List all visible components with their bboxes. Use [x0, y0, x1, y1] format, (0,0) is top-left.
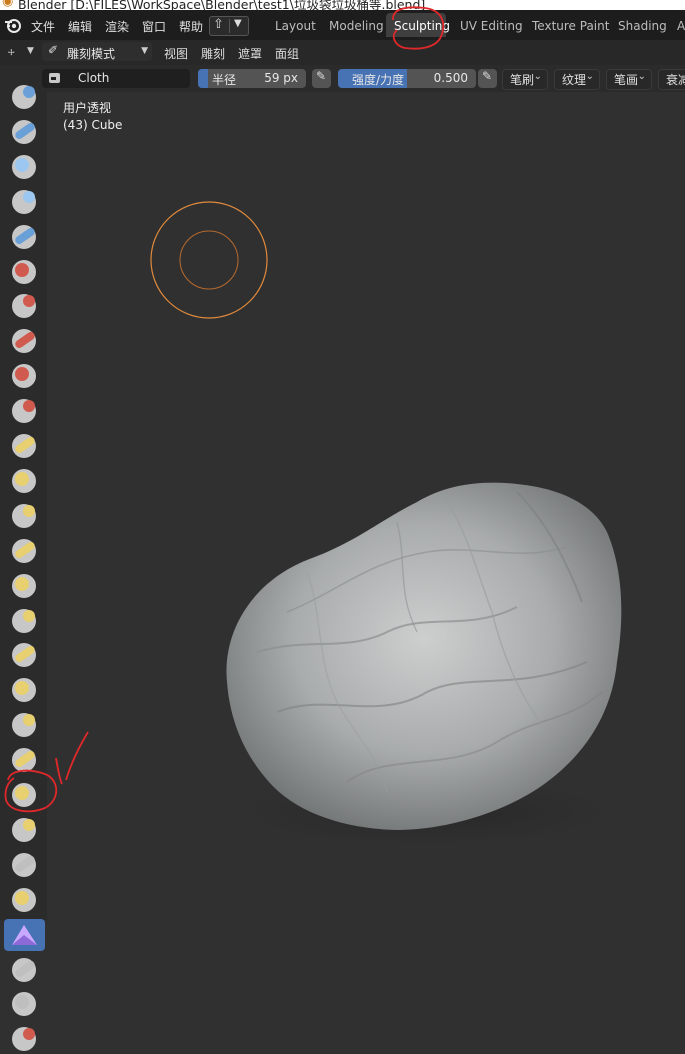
workspace-switcher[interactable]: ⇧ ▼ — [209, 16, 249, 36]
strength-value: 0.500 — [433, 71, 468, 85]
flatten-tool-icon[interactable] — [9, 431, 39, 461]
draw-sharp-tool-icon[interactable] — [9, 117, 39, 147]
nudge-tool-icon[interactable] — [9, 780, 39, 810]
top-menu-bar: 文件 编辑 渲染 窗口 帮助 ⇧ ▼ Layout Modeling Sculp… — [0, 10, 685, 40]
snake-hook-tool-icon[interactable] — [9, 675, 39, 705]
menu-view[interactable]: 视图 — [164, 45, 188, 62]
pinch-tool-icon[interactable] — [9, 571, 39, 601]
menu-mask[interactable]: 遮罩 — [238, 45, 262, 62]
radius-label: 半径 — [212, 73, 237, 87]
blender-app-icon: ◉ — [2, 0, 14, 9]
elastic-deform-tool-icon[interactable] — [9, 640, 39, 670]
window-title-bar: ◉ Blender [D:\FILES\WorkSpace\Blender\te… — [0, 0, 685, 10]
strength-pressure-icon[interactable] — [478, 69, 497, 88]
chevron-down-icon: ▼ — [27, 46, 34, 56]
texture-dropdown[interactable]: 纹理 ⌄ — [554, 69, 600, 90]
viewport-canvas — [150, 201, 657, 852]
mode-selector[interactable]: ✐ 雕刻模式 ▼ — [42, 42, 152, 61]
tab-shading[interactable]: Shading — [618, 19, 667, 33]
tab-sculpting[interactable]: Sculpting — [394, 19, 450, 33]
blender-logo-icon[interactable] — [4, 16, 22, 34]
menu-face-sets[interactable]: 面组 — [275, 45, 299, 62]
clay-strips-tool-icon[interactable] — [9, 187, 39, 217]
fill-tool-icon[interactable] — [9, 466, 39, 496]
thumb-tool-icon[interactable] — [9, 710, 39, 740]
transform-orientation-icon[interactable]: ⧾ — [8, 44, 15, 59]
tab-uv-editing[interactable]: UV Editing — [460, 19, 523, 33]
tab-layout[interactable]: Layout — [275, 19, 316, 33]
slide-relax-tool-icon[interactable] — [9, 850, 39, 880]
tab-more[interactable]: A — [677, 19, 685, 33]
draw-face-sets-tool-icon[interactable] — [9, 1024, 39, 1054]
layer-tool-icon[interactable] — [9, 257, 39, 287]
multiplane-scrape-tool-icon[interactable] — [9, 536, 39, 566]
boundary-tool-icon[interactable] — [9, 885, 39, 915]
menu-window[interactable]: 窗口 — [142, 18, 166, 35]
scrape-tool-icon[interactable] — [9, 501, 39, 531]
view-name: 用户透视 — [63, 101, 112, 115]
chevron-down-icon: ▼ — [141, 46, 148, 56]
editor-header: ⧾ ▼ ✐ 雕刻模式 ▼ 视图 雕刻 遮罩 面组 — [0, 40, 685, 65]
sculpt-toolbar — [0, 85, 47, 1052]
brush-selector[interactable]: Cloth — [42, 69, 190, 88]
menu-file[interactable]: 文件 — [31, 18, 55, 35]
brush-name: Cloth — [78, 71, 110, 85]
inflate-tool-icon[interactable] — [9, 291, 39, 321]
menu-help[interactable]: 帮助 — [179, 18, 203, 35]
brush-cursor — [150, 201, 268, 319]
brush-icon — [49, 73, 60, 83]
strength-label: 强度/力度 — [352, 73, 405, 87]
mode-label: 雕刻模式 — [67, 47, 116, 61]
clay-thumb-tool-icon[interactable] — [9, 222, 39, 252]
crease-tool-icon[interactable] — [9, 361, 39, 391]
radius-value: 59 px — [264, 71, 298, 85]
tab-modeling[interactable]: Modeling — [329, 19, 384, 33]
chevron-down-icon: ⌄ — [533, 71, 542, 82]
rotate-tool-icon[interactable] — [9, 815, 39, 845]
stroke-dropdown[interactable]: 笔画 ⌄ — [606, 69, 652, 90]
3d-viewport[interactable]: 用户透视 (43) Cube — [47, 92, 685, 920]
cloth-tool-icon[interactable] — [4, 918, 45, 951]
object-info: (43) Cube — [63, 118, 123, 132]
falloff-dropdown[interactable]: 衰减 — [658, 69, 685, 90]
blob-tool-icon[interactable] — [9, 326, 39, 356]
cloth-mesh-object[interactable] — [226, 482, 622, 830]
upload-icon: ⇧ — [213, 17, 224, 32]
strength-slider[interactable]: 强度/力度 0.500 — [338, 69, 476, 88]
menu-sculpt[interactable]: 雕刻 — [201, 45, 225, 62]
grab-tool-icon[interactable] — [9, 606, 39, 636]
chevron-down-icon: ⌄ — [585, 71, 594, 82]
chevron-down-icon: ⌄ — [637, 71, 646, 82]
brush-mode-icon: ✐ — [48, 43, 59, 57]
mask-tool-icon[interactable] — [9, 989, 39, 1019]
radius-slider[interactable]: 半径 59 px — [198, 69, 306, 88]
window-title: Blender [D:\FILES\WorkSpace\Blender\test… — [18, 0, 426, 10]
chevron-down-icon: ▼ — [234, 18, 242, 29]
clay-tool-icon[interactable] — [9, 152, 39, 182]
menu-render[interactable]: 渲染 — [105, 18, 129, 35]
tool-settings-bar: Cloth 半径 59 px 强度/力度 0.500 笔刷⌄ 纹理⌄ 笔画⌄ 衰… — [0, 65, 685, 92]
smooth-tool-icon[interactable] — [9, 396, 39, 426]
radius-pressure-icon[interactable] — [312, 69, 331, 88]
tab-texture-paint[interactable]: Texture Paint — [532, 19, 609, 33]
draw-tool-icon[interactable] — [9, 82, 39, 112]
brush-dropdown[interactable]: 笔刷 ⌄ — [502, 69, 548, 90]
simplify-tool-icon[interactable] — [9, 955, 39, 985]
pose-tool-icon[interactable] — [9, 745, 39, 775]
menu-edit[interactable]: 编辑 — [68, 18, 92, 35]
